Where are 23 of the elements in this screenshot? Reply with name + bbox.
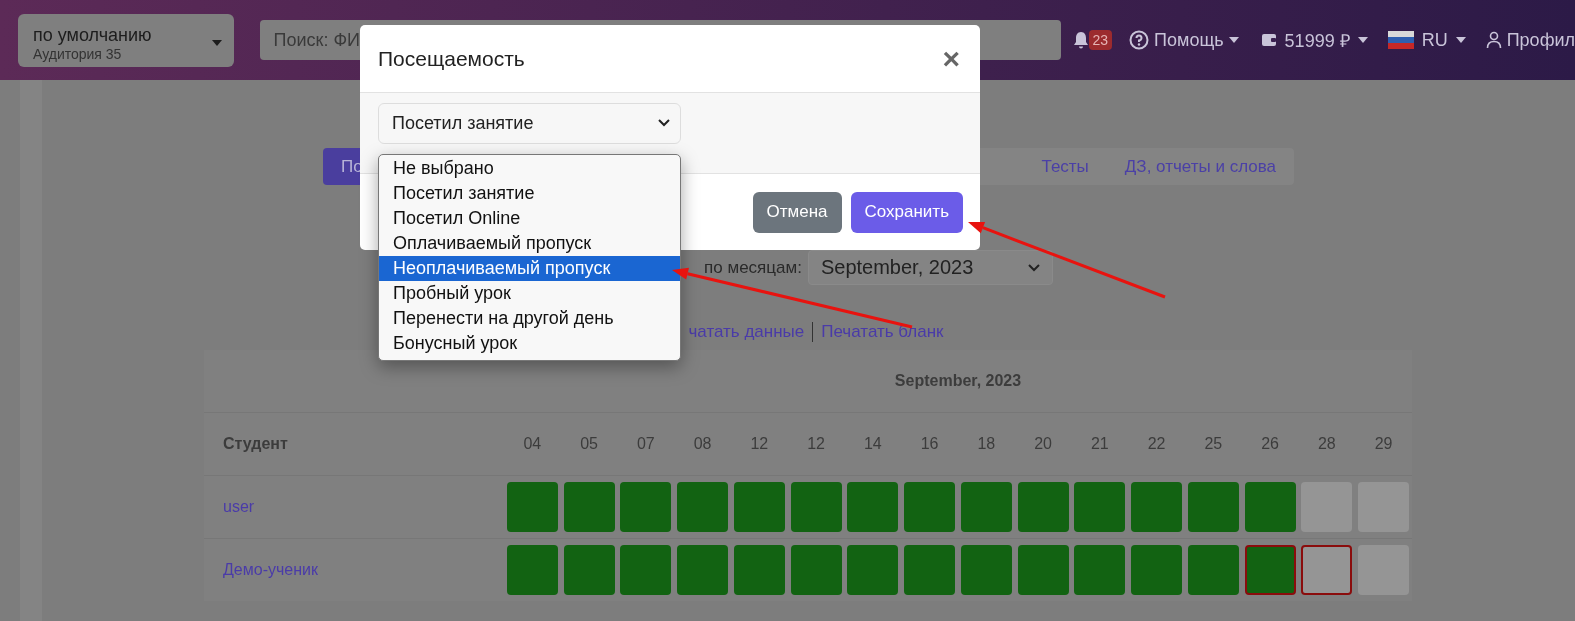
date-header: 05: [580, 434, 598, 453]
date-header: 16: [920, 434, 939, 453]
column-header: Студент: [223, 435, 288, 453]
select-value: по умолчанию: [33, 24, 152, 45]
select-subtitle: Аудитория 35: [33, 45, 123, 62]
date-header: 25: [1204, 434, 1223, 453]
date-header: 22: [1147, 434, 1166, 453]
date-header: 18: [977, 434, 996, 453]
date-header: 20: [1034, 434, 1052, 453]
date-header: 14: [863, 434, 882, 453]
filter-label: по месяцам:: [704, 257, 802, 278]
notification-badge: 23: [1088, 30, 1113, 50]
date-header: 26: [1261, 434, 1279, 453]
month-header: September, 2023: [894, 372, 1022, 390]
date-header: 21: [1090, 434, 1109, 453]
date-header: 08: [693, 434, 712, 453]
modal-title: Посещаемость: [378, 46, 525, 71]
date-header: 04: [523, 434, 542, 453]
date-header: 28: [1317, 434, 1336, 453]
date-header: 12: [750, 434, 769, 453]
date-header: 29: [1374, 434, 1393, 453]
date-header: 07: [636, 434, 655, 453]
date-header: 12: [807, 434, 825, 453]
